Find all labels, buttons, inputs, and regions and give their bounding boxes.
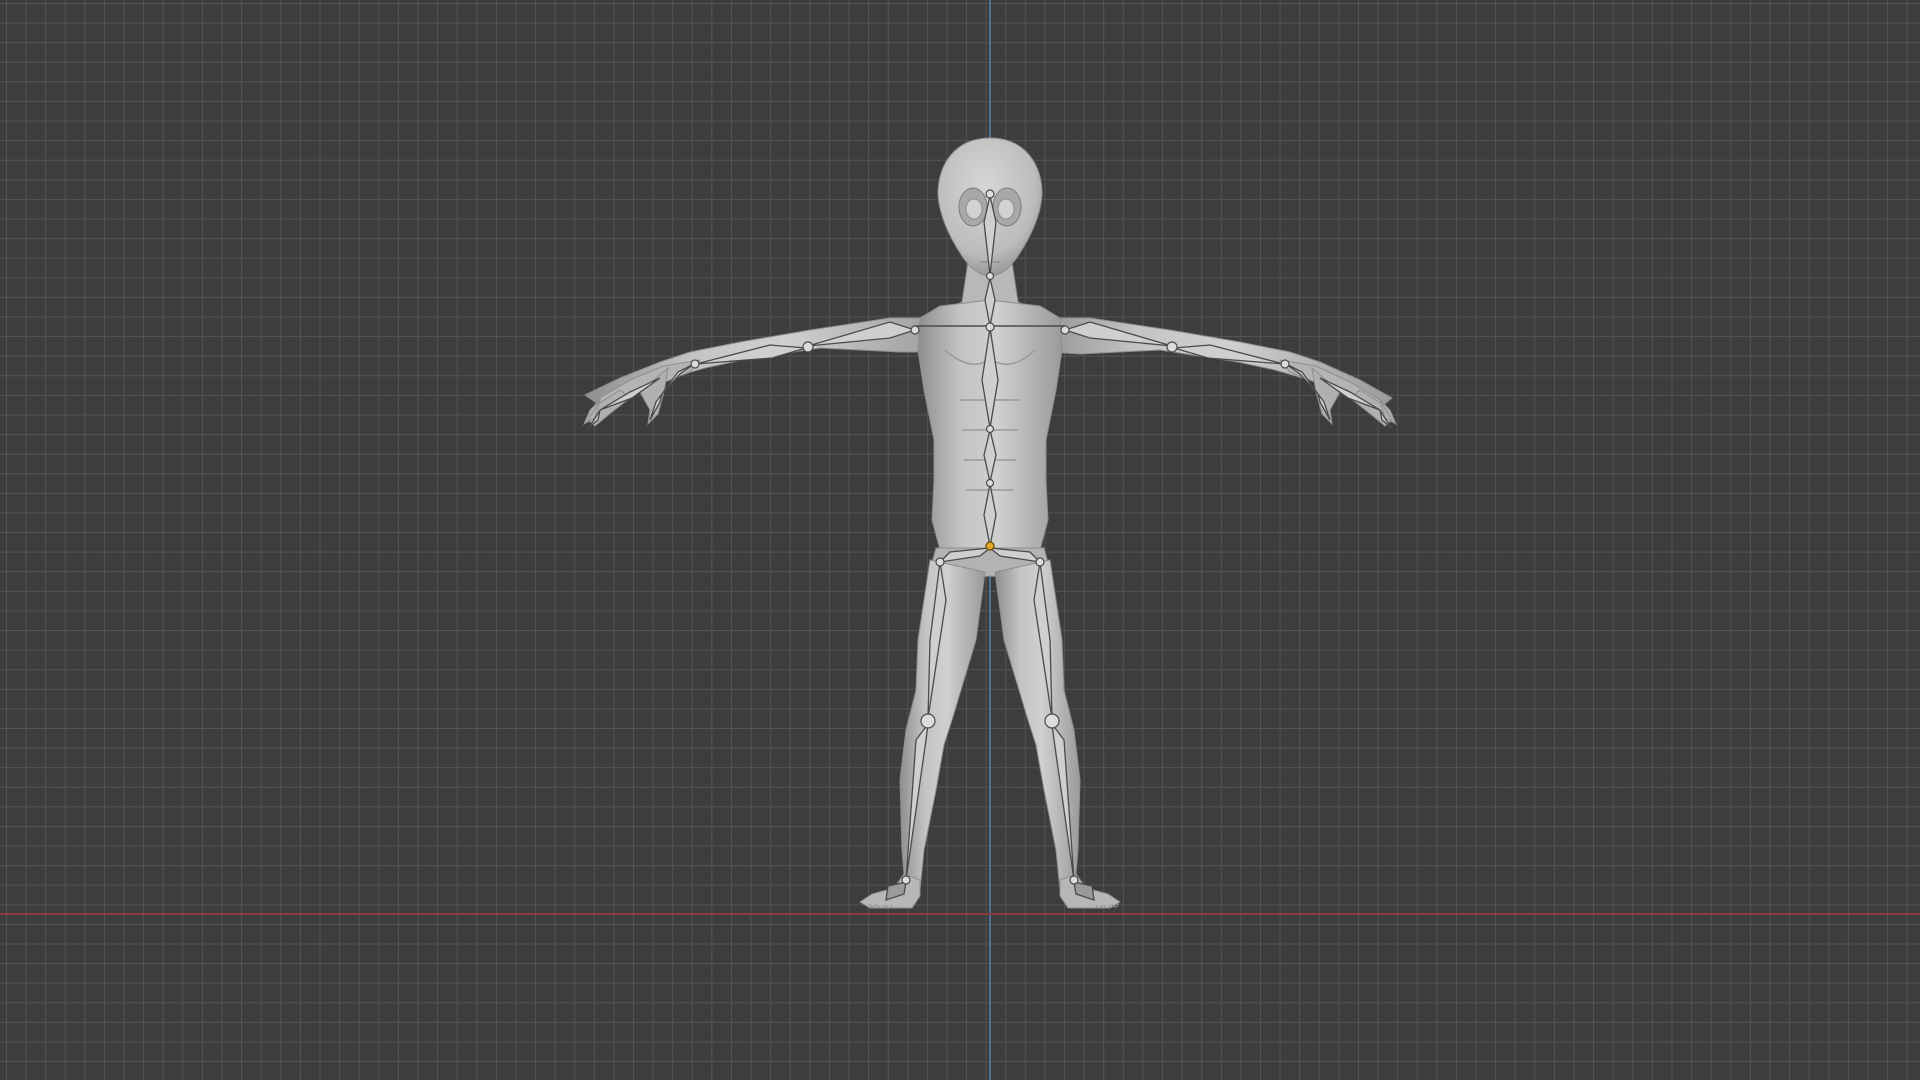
armature-bones-icon[interactable] — [587, 189, 1393, 901]
right-eye — [997, 198, 1015, 220]
left-eye — [965, 198, 983, 220]
armature-origin-marker[interactable] — [985, 541, 995, 551]
3d-viewport[interactable] — [0, 0, 1920, 1080]
character-model[interactable] — [0, 0, 1920, 1080]
